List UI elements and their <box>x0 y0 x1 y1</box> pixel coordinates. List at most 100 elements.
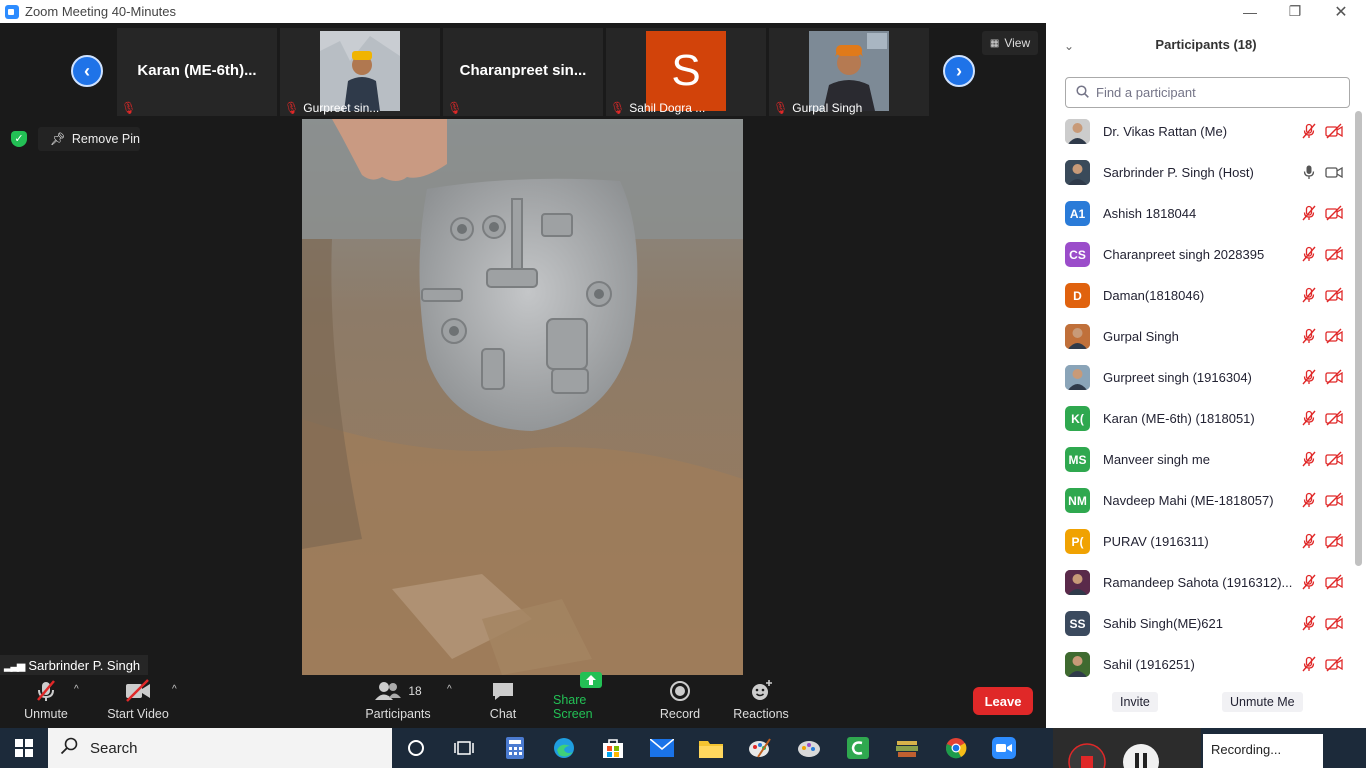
pause-recording-icon[interactable] <box>1121 742 1161 768</box>
search-placeholder: Find a participant <box>1096 85 1196 100</box>
mail-icon[interactable] <box>650 736 674 760</box>
stop-recording-icon[interactable] <box>1067 742 1107 768</box>
mic-muted-icon: 🎙︎ <box>610 101 626 115</box>
edge-browser-icon[interactable] <box>552 736 576 760</box>
participant-name: PURAV (1916311) <box>1103 534 1209 549</box>
thumbnail-karan[interactable]: Karan (ME-6th)... 🎙︎ <box>117 28 277 116</box>
thumbnail-gurpal[interactable]: 🎙︎ Gurpal Singh <box>769 28 929 116</box>
thumbnail-caption-text: Gurpal Singh <box>792 101 863 115</box>
video-off-icon <box>1325 328 1343 344</box>
participant-avatar: SS <box>1065 611 1090 636</box>
camtasia-icon[interactable] <box>846 736 870 760</box>
participant-row[interactable]: Gurpal Singh <box>1046 316 1354 357</box>
paint-icon[interactable] <box>748 736 772 760</box>
chat-icon <box>491 678 515 704</box>
video-off-icon <box>1325 451 1343 467</box>
participants-caret-icon[interactable]: ^ <box>447 684 452 695</box>
participant-list-scrollbar[interactable] <box>1355 111 1362 566</box>
video-options-caret-icon[interactable]: ^ <box>172 684 177 695</box>
thumbnail-caption-text: Gurpreet sin... <box>303 101 380 115</box>
share-screen-label: Share Screen <box>553 693 593 721</box>
reactions-label: Reactions <box>733 707 789 721</box>
video-off-icon <box>1325 246 1343 262</box>
security-shield-icon[interactable]: ✓ <box>11 131 27 147</box>
thumbnail-caption: 🎙︎ <box>447 101 462 115</box>
unmute-label: Unmute <box>24 707 68 721</box>
task-view-icon[interactable] <box>452 736 476 760</box>
participant-name: Dr. Vikas Rattan (Me) <box>1103 124 1228 139</box>
participants-icon: 18 <box>374 678 422 704</box>
mic-muted-icon: 🎙︎ <box>773 101 789 115</box>
chevron-right-icon[interactable]: › <box>943 55 975 87</box>
participant-row[interactable]: P(PURAV (1916311) <box>1046 521 1354 562</box>
thumbnail-charanpreet[interactable]: Charanpreet sin... 🎙︎ <box>443 28 603 116</box>
taskbar-search-label: Search <box>90 739 138 757</box>
participant-avatar <box>1065 365 1090 390</box>
unmute-me-button[interactable]: Unmute Me <box>1222 692 1303 712</box>
video-off-icon <box>1325 205 1343 221</box>
view-button[interactable]: ▦ View <box>982 31 1038 55</box>
recording-status: Recording... <box>1203 734 1323 768</box>
record-icon <box>669 678 691 704</box>
panel-title: Participants (18) <box>1155 37 1257 52</box>
audio-options-caret-icon[interactable]: ^ <box>74 684 79 695</box>
microsoft-store-icon[interactable] <box>601 736 625 760</box>
participant-name: Gurpreet singh (1916304) <box>1103 370 1252 385</box>
thumbnail-sahil-dogra[interactable]: S 🎙︎ Sahil Dogra ... <box>606 28 766 116</box>
remove-pin-button[interactable]: 📌︎ Remove Pin <box>38 127 140 151</box>
avatar: S <box>646 31 726 111</box>
participant-row[interactable]: SS Sahib Singh(ME)621 <box>1046 603 1354 644</box>
books-app-icon[interactable] <box>895 736 919 760</box>
participant-row[interactable]: Sahil (1916251) <box>1046 644 1354 678</box>
participant-row[interactable]: K(Karan (ME-6th) (1818051) <box>1046 398 1354 439</box>
minimize-icon[interactable]: — <box>1227 0 1273 23</box>
calculator-icon[interactable] <box>503 736 527 760</box>
participant-name: Karan (ME-6th) (1818051) <box>1103 411 1255 426</box>
thumbnail-gurpreet[interactable]: 🎙︎ Gurpreet sin... <box>280 28 440 116</box>
taskbar-search-box[interactable]: Search <box>48 728 392 768</box>
chat-button[interactable]: Chat <box>482 678 524 728</box>
search-icon <box>60 737 78 759</box>
recording-controls <box>1053 728 1201 768</box>
file-explorer-icon[interactable] <box>699 736 723 760</box>
participants-button[interactable]: 18 Participants <box>364 678 432 728</box>
windows-taskbar: Search Recording... <box>0 728 1366 768</box>
active-speaker-name: Sarbrinder P. Singh <box>28 657 141 673</box>
reactions-button[interactable]: Reactions <box>732 678 790 728</box>
invite-button[interactable]: Invite <box>1112 692 1158 712</box>
unmute-button[interactable]: Unmute <box>20 678 72 728</box>
windows-start-icon[interactable] <box>12 736 36 760</box>
chrome-icon[interactable] <box>944 736 968 760</box>
restore-icon[interactable]: ❐ <box>1272 0 1318 23</box>
participant-search-input[interactable]: Find a participant <box>1065 77 1350 108</box>
share-screen-button[interactable]: Share Screen <box>553 672 629 728</box>
record-button[interactable]: Record <box>657 678 703 728</box>
close-icon[interactable]: ✕ <box>1318 0 1364 23</box>
video-off-icon <box>1325 369 1343 385</box>
participant-row[interactable]: Gurpreet singh (1916304) <box>1046 357 1354 398</box>
participant-name: Gurpal Singh <box>1103 329 1179 344</box>
leave-button[interactable]: Leave <box>973 687 1033 715</box>
participant-row[interactable]: Sarbrinder P. Singh (Host) <box>1046 152 1354 193</box>
participant-avatar: A1 <box>1065 201 1090 226</box>
start-video-button[interactable]: Start Video <box>104 678 172 728</box>
zoom-app-icon[interactable] <box>992 736 1016 760</box>
participant-row[interactable]: Ramandeep Sahota (1916312)... <box>1046 562 1354 603</box>
mic-muted-icon <box>1301 369 1317 385</box>
mic-muted-icon <box>1301 533 1317 549</box>
participant-row[interactable]: D Daman(1818046) <box>1046 275 1354 316</box>
chevron-left-icon[interactable]: ‹ <box>71 55 103 87</box>
remove-pin-label: Remove Pin <box>71 132 140 146</box>
participant-row[interactable]: MS Manveer singh me <box>1046 439 1354 480</box>
participant-row[interactable]: NM Navdeep Mahi (ME-1818057) <box>1046 480 1354 521</box>
participant-avatar: MS <box>1065 447 1090 472</box>
mic-muted-icon <box>1301 410 1317 426</box>
participant-name: Ramandeep Sahota (1916312)... <box>1103 575 1293 590</box>
participant-row[interactable]: A1 Ashish 1818044 <box>1046 193 1354 234</box>
cortana-icon[interactable] <box>404 736 428 760</box>
participant-row[interactable]: Dr. Vikas Rattan (Me) <box>1046 111 1354 152</box>
mic-muted-icon: 🎙︎ <box>121 101 137 115</box>
participant-name: Navdeep Mahi (ME-1818057) <box>1103 493 1274 508</box>
participant-row[interactable]: CS Charanpreet singh 2028395 <box>1046 234 1354 275</box>
paint-3d-icon[interactable] <box>797 736 821 760</box>
